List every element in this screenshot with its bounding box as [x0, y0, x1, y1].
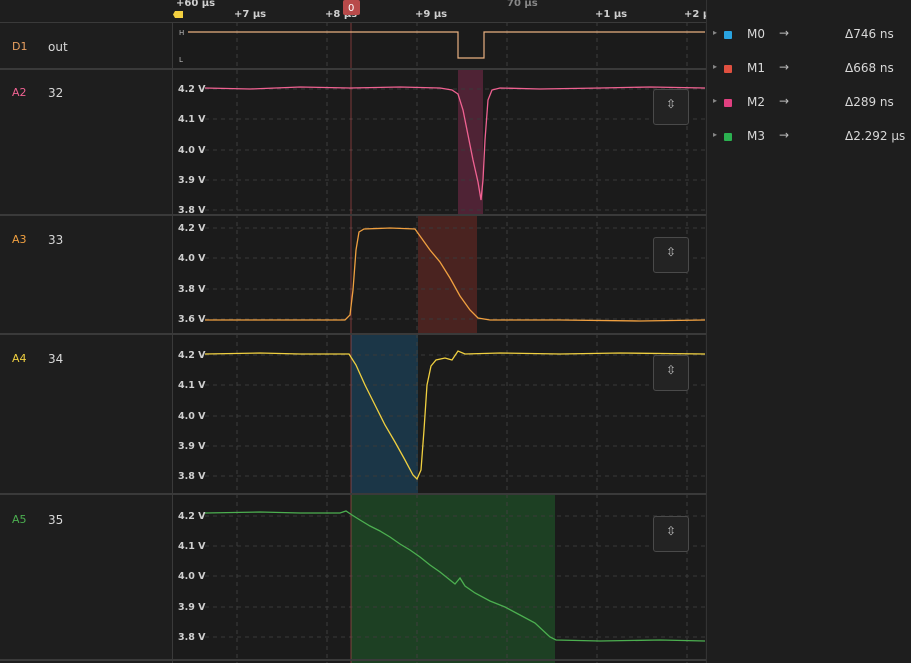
marker-label: M1: [747, 61, 765, 75]
y-tick: 4.1 V: [178, 380, 206, 391]
expand-caret-icon[interactable]: ▸: [713, 130, 717, 139]
trigger-flag-icon[interactable]: [173, 11, 183, 18]
marker-delta: Δ668 ns: [845, 61, 894, 75]
timeline-tick: +60 µs: [176, 0, 215, 9]
y-tick: 3.9 V: [178, 441, 206, 452]
y-tick: 4.0 V: [178, 253, 206, 264]
y-tick: 3.9 V: [178, 175, 206, 186]
y-tick: 4.2 V: [178, 511, 206, 522]
timeline-tick: 70 µs: [507, 0, 538, 9]
arrow-icon: →: [779, 128, 790, 142]
marker-m0-region: [351, 335, 418, 493]
marker-label: M2: [747, 95, 765, 109]
expand-caret-icon[interactable]: ▸: [713, 96, 717, 105]
y-tick: 4.2 V: [178, 84, 206, 95]
waveform-plot[interactable]: +60 µs +7 µs +8 µs +9 µs 70 µs +1 µs +2 …: [0, 0, 706, 663]
y-tick: 4.1 V: [178, 114, 206, 125]
marker-row-m3[interactable]: ▸ M3 → Δ2.292 µs: [707, 128, 911, 148]
a5-fit-height-button[interactable]: ⇳: [653, 516, 689, 552]
trigger-cursor-label: 0: [348, 3, 354, 14]
expand-caret-icon[interactable]: ▸: [713, 28, 717, 37]
timeline-tick: +7 µs: [234, 9, 266, 20]
y-tick: 4.1 V: [178, 541, 206, 552]
y-tick: 4.0 V: [178, 571, 206, 582]
marker-m3-region: [351, 495, 555, 663]
arrow-icon: →: [779, 94, 790, 108]
fit-height-icon: ⇳: [665, 363, 677, 377]
markers-panel: ▸ M0 → Δ746 ns ▸ M1 → Δ668 ns ▸ M2 → Δ28…: [706, 0, 911, 663]
arrow-icon: →: [779, 60, 790, 74]
marker-label: M3: [747, 129, 765, 143]
fit-height-icon: ⇳: [665, 97, 677, 111]
marker-color-swatch: [724, 99, 732, 107]
expand-caret-icon[interactable]: ▸: [713, 62, 717, 71]
marker-delta: Δ2.292 µs: [845, 129, 906, 143]
timeline-tick: +1 µs: [595, 9, 627, 20]
digital-high-label: H: [179, 29, 184, 37]
marker-row-m2[interactable]: ▸ M2 → Δ289 ns: [707, 94, 911, 114]
timeline-tick: +2 µs: [684, 9, 706, 20]
y-tick: 3.8 V: [178, 205, 206, 216]
marker-row-m1[interactable]: ▸ M1 → Δ668 ns: [707, 60, 911, 80]
arrow-icon: →: [779, 26, 790, 40]
y-tick: 3.8 V: [178, 632, 206, 643]
y-tick: 3.8 V: [178, 471, 206, 482]
timeline-tick: +9 µs: [415, 9, 447, 20]
y-tick: 4.0 V: [178, 145, 206, 156]
a4-fit-height-button[interactable]: ⇳: [653, 355, 689, 391]
a3-fit-height-button[interactable]: ⇳: [653, 237, 689, 273]
marker-delta: Δ746 ns: [845, 27, 894, 41]
y-tick: 3.6 V: [178, 314, 206, 325]
fit-height-icon: ⇳: [665, 245, 677, 259]
marker-delta: Δ289 ns: [845, 95, 894, 109]
marker-row-m0[interactable]: ▸ M0 → Δ746 ns: [707, 26, 911, 46]
y-tick: 3.9 V: [178, 602, 206, 613]
y-tick: 4.0 V: [178, 411, 206, 422]
marker-color-swatch: [724, 31, 732, 39]
y-tick: 4.2 V: [178, 223, 206, 234]
fit-height-icon: ⇳: [665, 524, 677, 538]
marker-color-swatch: [724, 133, 732, 141]
a2-fit-height-button[interactable]: ⇳: [653, 89, 689, 125]
y-tick: 4.2 V: [178, 350, 206, 361]
y-tick: 3.8 V: [178, 284, 206, 295]
digital-low-label: L: [179, 56, 183, 64]
marker-label: M0: [747, 27, 765, 41]
marker-color-swatch: [724, 65, 732, 73]
